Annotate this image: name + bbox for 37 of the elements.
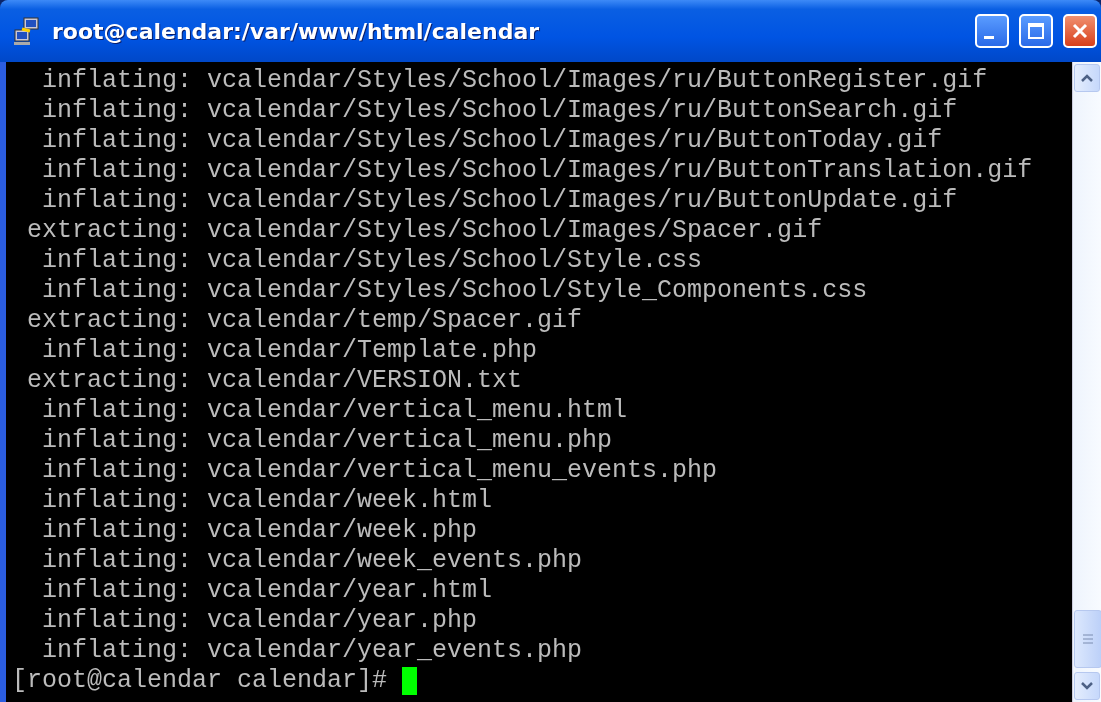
- terminal-line: inflating: vcalendar/week.php: [41, 516, 478, 546]
- terminal-line: inflating: vcalendar/vertical_menu_events.php: [41, 456, 718, 486]
- scroll-down-button[interactable]: [1074, 672, 1100, 700]
- minimize-button[interactable]: [975, 14, 1009, 48]
- scroll-up-button[interactable]: [1074, 64, 1100, 92]
- terminal-line: extracting: vcalendar/VERSION.txt: [26, 366, 523, 396]
- scroll-thumb[interactable]: [1074, 610, 1101, 668]
- chevron-down-icon: [1080, 681, 1094, 691]
- grip-icon: [1082, 634, 1094, 644]
- shell-prompt: [root@calendar calendar]#: [12, 666, 389, 696]
- terminal-line: inflating: vcalendar/week_events.php: [41, 546, 583, 576]
- computers-icon: [12, 16, 42, 46]
- terminal-line: inflating: vcalendar/Styles/School/Style.css: [41, 246, 703, 276]
- terminal-line: inflating: vcalendar/Styles/School/Style_Components.css: [41, 276, 868, 306]
- terminal-line: inflating: vcalendar/week.html: [41, 486, 493, 516]
- maximize-icon: [1027, 22, 1045, 40]
- maximize-button[interactable]: [1019, 14, 1053, 48]
- terminal-line: inflating: vcalendar/vertical_menu.html: [41, 396, 628, 426]
- minimize-icon: [984, 35, 994, 39]
- scrollbar[interactable]: [1072, 62, 1101, 702]
- terminal-line: inflating: vcalendar/year_events.php: [41, 636, 583, 666]
- terminal-line: inflating: vcalendar/Styles/School/Images/ru/ButtonRegister.gif: [41, 66, 988, 96]
- close-icon: [1071, 22, 1089, 40]
- terminal-line: inflating: vcalendar/Template.php: [41, 336, 538, 366]
- terminal-line: inflating: vcalendar/year.php: [41, 606, 478, 636]
- terminal-line: inflating: vcalendar/Styles/School/Images/ru/ButtonTranslation.gif: [41, 156, 1033, 186]
- terminal-line: inflating: vcalendar/year.html: [41, 576, 493, 606]
- terminal-line: inflating: vcalendar/Styles/School/Images/ru/ButtonSearch.gif: [41, 96, 958, 126]
- chevron-up-icon: [1080, 73, 1094, 83]
- terminal-line: inflating: vcalendar/Styles/School/Images/ru/ButtonUpdate.gif: [41, 186, 958, 216]
- close-button[interactable]: [1063, 14, 1097, 48]
- terminal-line: extracting: vcalendar/temp/Spacer.gif: [26, 306, 583, 336]
- terminal-line: inflating: vcalendar/vertical_menu.php: [41, 426, 613, 456]
- window-title: root@calendar:/var/www/html/calendar: [52, 18, 541, 44]
- cursor: [402, 667, 418, 695]
- terminal-line: extracting: vcalendar/Styles/School/Images/Spacer.gif: [26, 216, 823, 246]
- terminal-line: inflating: vcalendar/Styles/School/Images/ru/ButtonToday.gif: [41, 126, 943, 156]
